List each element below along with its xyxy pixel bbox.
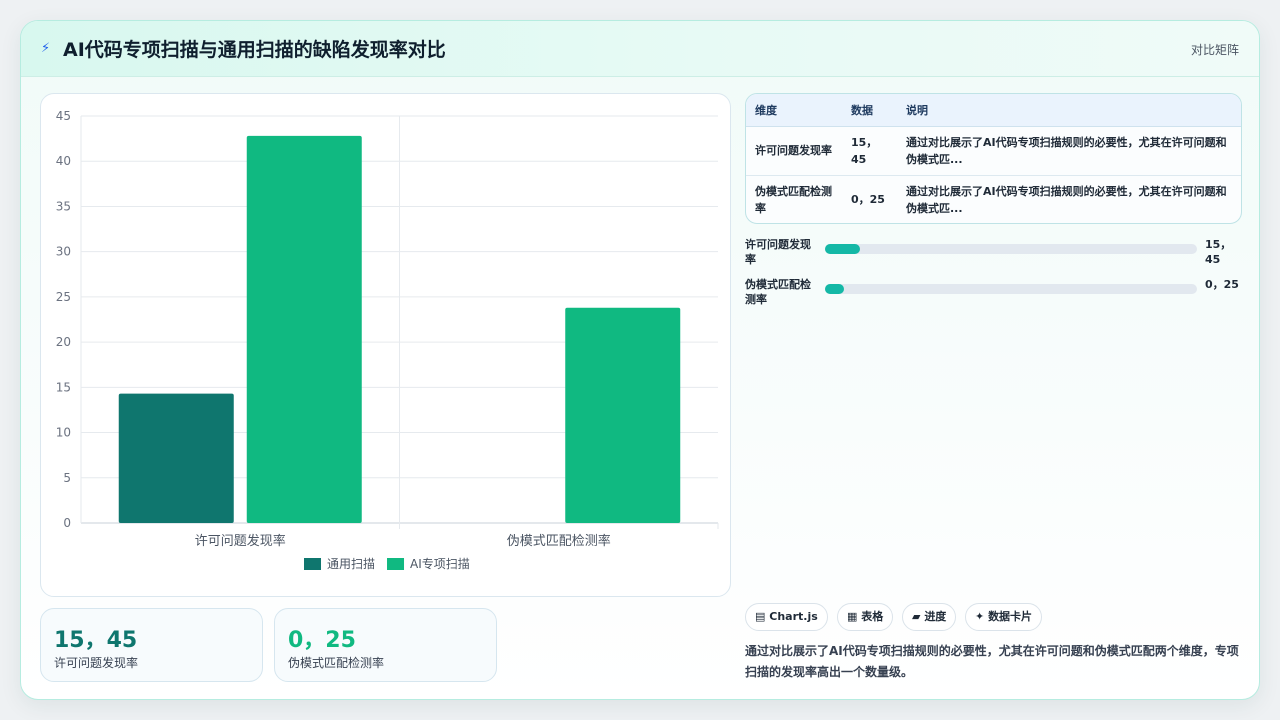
y-tick-label: 10 — [56, 426, 71, 440]
table-cell-dim: 许可问题发现率 — [755, 144, 832, 157]
y-tick-label: 30 — [56, 245, 71, 259]
table-row: 许可问题发现率 15，45 通过对比展示了AI代码专项扫描规则的必要性，尤其在许… — [746, 126, 1241, 175]
progress-track — [825, 244, 1197, 254]
view-tag[interactable]: 对比矩阵 — [1191, 41, 1239, 58]
header: ⚡ AI代码专项扫描与通用扫描的缺陷发现率对比 对比矩阵 — [21, 21, 1259, 77]
bar-ai-0 — [246, 135, 362, 524]
main-card: ⚡ AI代码专项扫描与通用扫描的缺陷发现率对比 对比矩阵 0 5 10 15 20 25 3… — [20, 20, 1260, 700]
table-cell-data: 15，45 — [851, 135, 878, 166]
x-tick-label: 许可问题发现率 — [195, 533, 286, 549]
progress-row-pseudo: 伪模式匹配检测率 0，25 — [745, 277, 1242, 309]
chip-chartjs[interactable]: ▤ Chart.js — [745, 603, 828, 631]
y-tick-label: 40 — [56, 154, 71, 168]
summary-text: 通过对比展示了AI代码专项扫描规则的必要性，尤其在许可问题和伪模式匹配两个维度，… — [745, 644, 1239, 679]
legend-swatch — [304, 558, 321, 570]
chip-label: 进度 — [924, 610, 947, 623]
legend-swatch — [387, 558, 405, 570]
chip-label: 数据卡片 — [988, 610, 1033, 623]
stat-card-pseudo: 0，25 伪模式匹配检测率 — [274, 608, 497, 682]
stat-value: 15，45 — [54, 628, 138, 653]
bar-general-0 — [118, 393, 234, 523]
chart-icon: ▤ — [755, 610, 766, 623]
y-tick-label: 0 — [63, 516, 71, 530]
chip-progress[interactable]: ▰ 进度 — [902, 603, 957, 631]
table-icon: ▦ — [847, 610, 858, 623]
stat-label: 许可问题发现率 — [54, 656, 139, 670]
chip-data-card[interactable]: ✦ 数据卡片 — [965, 603, 1043, 631]
table-cell-data: 0，25 — [842, 174, 897, 223]
table-cell-dim: 伪模式匹配检测率 — [746, 174, 842, 223]
table-header-dim: 维度 — [746, 94, 842, 127]
legend-label: AI专项扫描 — [410, 556, 470, 571]
y-tick-label: 45 — [56, 109, 71, 123]
page-title: AI代码专项扫描与通用扫描的缺陷发现率对比 — [63, 39, 446, 61]
chip-table[interactable]: ▦ 表格 — [837, 603, 894, 631]
progress-fill — [825, 244, 861, 254]
progress-value: 0，25 — [1205, 278, 1239, 291]
bar-chart: 0 5 10 15 20 25 30 35 40 45 许可问题发现率 伪模式匹配检测率通用扫描 AI专… — [56, 109, 719, 571]
progress-label: 伪模式匹配检测率 — [745, 278, 811, 306]
table-row: 伪模式匹配检测率 0，25 通过对比展示了AI代码专项扫描规则的必要性，尤其在许… — [746, 174, 1241, 223]
bar-ai-1 — [565, 307, 681, 523]
table-cell-desc: 通过对比展示了AI代码专项扫描规则的必要性，尤其在许可问题和伪模式匹... — [897, 174, 1241, 223]
y-tick-label: 5 — [63, 471, 71, 485]
chip-label: Chart.js — [769, 610, 818, 623]
bar-chart-panel: 0 5 10 15 20 25 30 35 40 45 许可问题发现率 伪模式匹配检测率通用扫描 AI专… — [40, 93, 731, 597]
stat-card-license: 15，45 许可问题发现率 — [40, 608, 263, 682]
progress-track — [825, 284, 1197, 294]
legend-label: 通用扫描 — [327, 557, 375, 571]
table-header-desc: 说明 — [897, 94, 1241, 127]
y-tick-label: 15 — [56, 380, 71, 394]
sparkle-icon: ✦ — [975, 610, 985, 623]
stat-value: 0，25 — [288, 628, 356, 653]
y-tick-label: 20 — [56, 335, 71, 349]
progress-row-license: 许可问题发现率 15，45 — [745, 237, 1242, 269]
y-tick-label: 35 — [56, 199, 71, 213]
table-cell-desc: 通过对比展示了AI代码专项扫描规则的必要性，尤其在许可问题和伪模式匹... — [906, 135, 1227, 166]
progress-icon: ▰ — [912, 610, 921, 623]
y-tick-label: 25 — [56, 290, 71, 304]
bolt-icon: ⚡ — [41, 41, 51, 56]
progress-label: 许可问题发现率 — [745, 238, 811, 266]
progress-value: 15，45 — [1205, 238, 1232, 266]
stat-label: 伪模式匹配检测率 — [288, 656, 385, 670]
chip-label: 表格 — [861, 610, 884, 623]
x-tick-label: 伪模式匹配检测率 — [507, 533, 611, 549]
progress-fill — [825, 284, 844, 294]
table-header-data: 数据 — [842, 94, 897, 127]
table-header-row: 维度 数据 说明 — [746, 94, 1241, 127]
data-table: 维度 数据 说明 许可问题发现率 15，45 通过对比展示了AI代码专项扫描规则… — [745, 93, 1242, 224]
